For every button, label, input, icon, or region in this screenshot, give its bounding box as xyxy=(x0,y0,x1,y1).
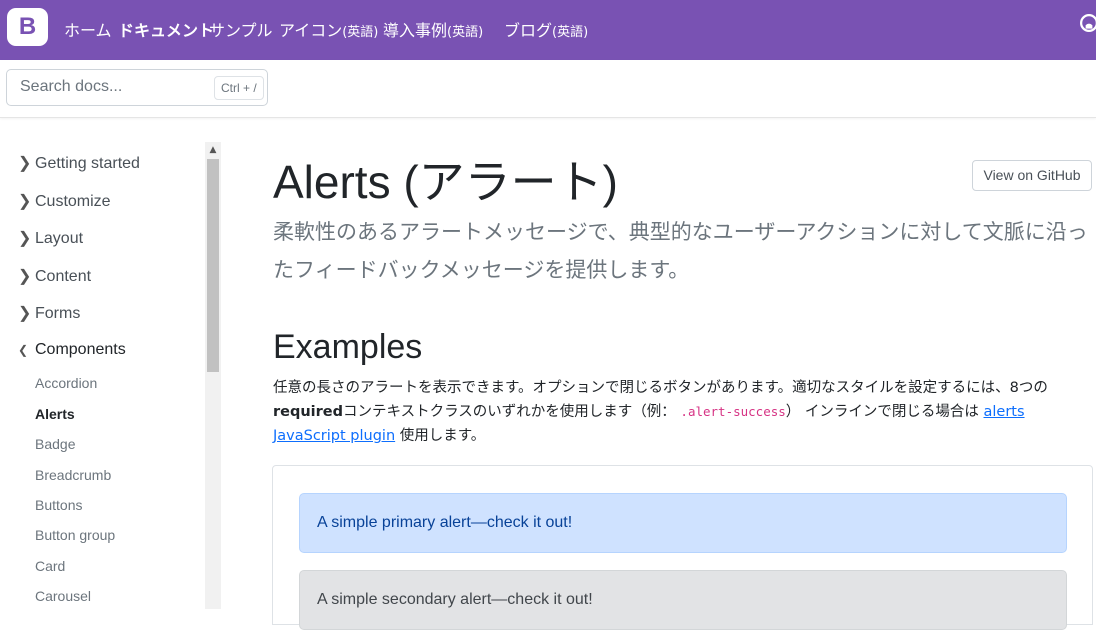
alert-secondary: A simple secondary alert—check it out! xyxy=(299,570,1067,630)
example-preview: A simple primary alert—check it out! A s… xyxy=(272,465,1093,630)
nav-link-docs[interactable]: ドキュメント xyxy=(118,17,214,41)
main-content: Alerts (アラート) View on GitHub 柔軟性のあるアラートメ… xyxy=(222,118,1096,630)
sidebar-group-getting-started[interactable]: ❯ Getting started xyxy=(18,153,140,173)
sidebar-group-content[interactable]: ❯ Content xyxy=(18,266,91,286)
scroll-up-arrow-icon[interactable]: ▲ xyxy=(205,142,221,158)
chevron-down-icon: ❮ xyxy=(18,343,29,357)
bootstrap-logo[interactable]: B xyxy=(7,8,48,46)
sidebar-nav: ❯ Getting started ❯ Customize ❯ Layout ❯ Con… xyxy=(0,118,222,609)
sidebar-item-carousel[interactable]: Carousel xyxy=(35,588,91,604)
sidebar-item-breadcrumb[interactable]: Breadcrumb xyxy=(35,467,111,483)
top-navbar: B ホーム ドキュメント サンプル アイコン(英語) 導入事例(英語) ブログ(… xyxy=(0,0,1096,60)
sidebar-scrollbar[interactable]: ▲ xyxy=(205,142,221,609)
chevron-right-icon: ❯ xyxy=(18,305,32,322)
sidebar-group-components[interactable]: ❮ Components xyxy=(18,341,126,359)
chevron-right-icon: ❯ xyxy=(18,268,32,285)
nav-link-blog[interactable]: ブログ(英語) xyxy=(504,17,588,41)
page-title: Alerts (アラート) xyxy=(273,156,618,208)
chevron-right-icon: ❯ xyxy=(18,155,32,172)
sidebar-item-buttons[interactable]: Buttons xyxy=(35,497,82,513)
sidebar-group-customize[interactable]: ❯ Customize xyxy=(18,191,111,211)
chevron-right-icon: ❯ xyxy=(18,230,32,247)
chevron-right-icon: ❯ xyxy=(18,193,32,210)
nav-link-home[interactable]: ホーム xyxy=(64,17,112,41)
search-shortcut-hint: Ctrl + / xyxy=(214,76,264,100)
sidebar-item-accordion[interactable]: Accordion xyxy=(35,375,97,391)
nav-link-themes[interactable]: 導入事例(英語) xyxy=(383,17,483,41)
section-heading-examples: Examples xyxy=(273,328,423,366)
nav-link-examples[interactable]: サンプル xyxy=(209,17,273,41)
search-bar: Search docs... Ctrl + / xyxy=(0,60,1096,118)
view-on-github-button[interactable]: View on GitHub xyxy=(972,160,1092,191)
sidebar-item-badge[interactable]: Badge xyxy=(35,436,75,452)
scrollbar-thumb[interactable] xyxy=(207,159,219,372)
sidebar-item-button-group[interactable]: Button group xyxy=(35,527,115,543)
sidebar-item-alerts[interactable]: Alerts xyxy=(35,406,75,422)
search-placeholder: Search docs... xyxy=(20,78,123,95)
inline-code: .alert-success xyxy=(680,404,786,419)
sidebar-item-card[interactable]: Card xyxy=(35,558,65,574)
nav-link-icons[interactable]: アイコン(英語) xyxy=(279,17,378,41)
page-lead: 柔軟性のあるアラートメッセージで、典型的なユーザーアクションに対して文脈に沿った… xyxy=(273,220,1088,282)
alert-primary: A simple primary alert—check it out! xyxy=(299,493,1067,553)
search-input[interactable]: Search docs... Ctrl + / xyxy=(6,69,268,106)
sidebar-group-layout[interactable]: ❯ Layout xyxy=(18,228,83,248)
sidebar-group-forms[interactable]: ❯ Forms xyxy=(18,303,80,323)
section-description: 任意の長さのアラートを表示できます。オプションで閉じるボタンがあります。適切なス… xyxy=(273,380,1048,444)
github-icon[interactable] xyxy=(1080,14,1096,32)
